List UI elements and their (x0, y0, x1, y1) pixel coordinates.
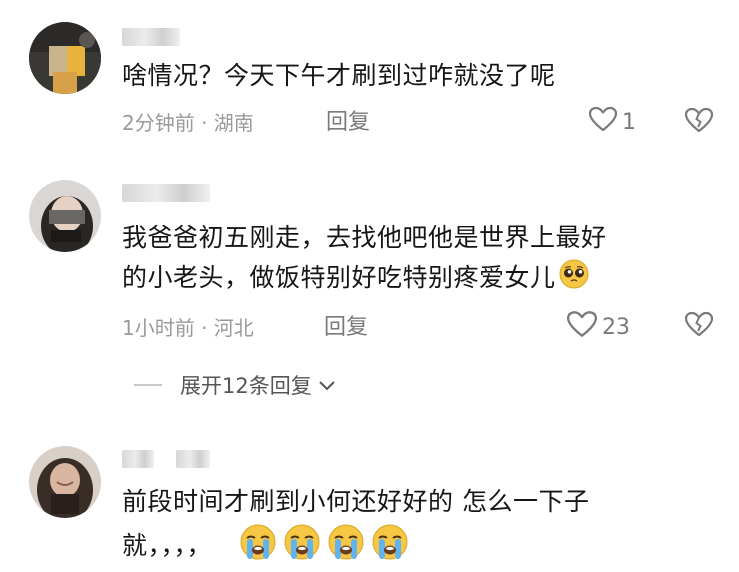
username-redacted-2[interactable] (176, 450, 210, 468)
crying-face-icon (236, 522, 280, 572)
dislike-button[interactable] (684, 107, 714, 137)
username-redacted[interactable] (122, 28, 180, 46)
expand-replies-label: 展开12条回复 (180, 374, 312, 398)
broken-heart-icon (684, 107, 714, 137)
username-redacted[interactable] (122, 184, 210, 202)
like-button[interactable]: 23 (566, 310, 630, 344)
crying-face-icon (280, 522, 324, 572)
pleading-face-icon (558, 258, 590, 300)
like-count: 23 (602, 314, 630, 340)
comment-text: 啥情况？今天下午才刷到过咋就没了呢 (122, 61, 556, 90)
dislike-button[interactable] (684, 311, 714, 341)
heart-icon (566, 310, 598, 344)
comment-meta: 1小时前 · 河北 (122, 316, 254, 340)
comment-text: 我爸爸初五刚走，去找他吧他是世界上最好 的小老头，做饭特别好吃特别疼爱女儿 (122, 220, 722, 300)
crying-face-icon (368, 522, 412, 572)
broken-heart-icon (684, 311, 714, 341)
comment-text-line-2: 的小老头，做饭特别好吃特别疼爱女儿 (122, 258, 722, 300)
avatar[interactable] (29, 446, 101, 518)
comment-2: 我爸爸初五刚走，去找他吧他是世界上最好 的小老头，做饭特别好吃特别疼爱女儿 1小… (0, 160, 739, 420)
reply-button[interactable]: 回复 (324, 309, 368, 341)
divider-line (134, 384, 162, 386)
like-button[interactable]: 1 (588, 106, 636, 138)
comment-text-line-1: 前段时间才刷到小何还好好的 怎么一下子 (122, 487, 590, 516)
comment-3: 前段时间才刷到小何还好好的 怎么一下子 就，，，， (0, 430, 739, 560)
heart-icon (588, 106, 618, 138)
comment-text-line-2-text: 就，，，， (122, 531, 213, 560)
comment-text: 前段时间才刷到小何还好好的 怎么一下子 就，，，， (122, 484, 722, 572)
avatar[interactable] (29, 180, 101, 252)
crying-face-icon (324, 522, 368, 572)
expand-replies-button[interactable]: 展开12条回复 (134, 370, 336, 400)
comment-text-line-1: 我爸爸初五刚走，去找他吧他是世界上最好 (122, 223, 607, 252)
reply-button[interactable]: 回复 (326, 104, 370, 136)
comment-meta: 2分钟前 · 湖南 (122, 111, 254, 135)
comment-1: 啥情况？今天下午才刷到过咋就没了呢 2分钟前 · 湖南 回复 1 (0, 0, 739, 160)
like-count: 1 (622, 109, 636, 135)
chevron-down-icon (318, 373, 336, 397)
avatar[interactable] (29, 22, 101, 94)
comment-text-line-2-text: 的小老头，做饭特别好吃特别疼爱女儿 (122, 263, 556, 292)
comment-text-line-2: 就，，，， (122, 522, 722, 572)
username-redacted[interactable] (122, 450, 154, 468)
emoji-group (236, 524, 412, 560)
